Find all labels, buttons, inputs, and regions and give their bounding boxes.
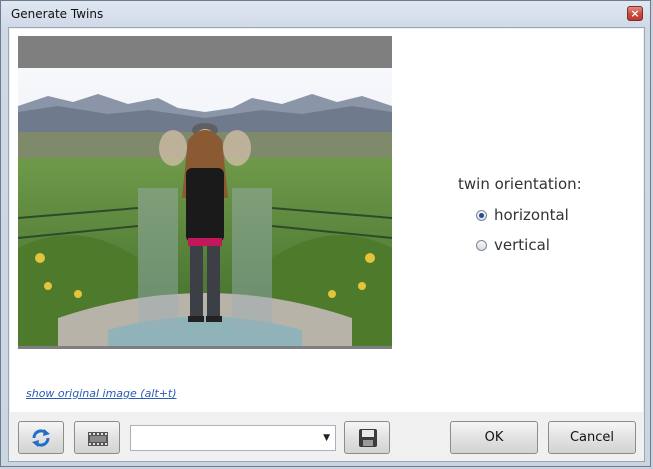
ok-button[interactable]: OK: [450, 421, 538, 454]
preview-image: [18, 68, 392, 346]
save-icon: [358, 428, 378, 452]
cancel-label: Cancel: [569, 430, 615, 445]
show-original-link[interactable]: show original image (alt+t): [26, 387, 177, 400]
chevron-down-icon[interactable]: ▼: [323, 433, 330, 443]
ok-label: OK: [484, 430, 504, 445]
preset-dropdown[interactable]: ▼: [130, 425, 336, 451]
radio-vertical[interactable]: vertical: [476, 235, 550, 255]
radio-button[interactable]: [476, 209, 487, 221]
dialog-window: Generate Twins × show original image (al…: [0, 0, 651, 467]
image-preview: [18, 36, 392, 349]
title-bar[interactable]: Generate Twins ×: [1, 1, 650, 27]
refresh-button[interactable]: [18, 421, 64, 454]
save-button[interactable]: [344, 421, 390, 454]
refresh-icon: [30, 427, 52, 453]
radio-label: vertical: [494, 236, 550, 254]
radio-button[interactable]: [476, 239, 487, 251]
filmstrip-button[interactable]: [74, 421, 120, 454]
close-icon: ×: [630, 7, 640, 20]
cancel-button[interactable]: Cancel: [548, 421, 636, 454]
radio-horizontal[interactable]: horizontal: [476, 205, 569, 225]
window-title: Generate Twins: [11, 7, 104, 21]
dialog-body: show original image (alt+t) twin orienta…: [8, 27, 645, 462]
radio-label: horizontal: [494, 206, 569, 224]
content-area: show original image (alt+t) twin orienta…: [10, 29, 643, 412]
film-strip-icon: [88, 431, 108, 450]
orientation-label: twin orientation:: [458, 175, 582, 193]
close-button[interactable]: ×: [627, 6, 643, 21]
